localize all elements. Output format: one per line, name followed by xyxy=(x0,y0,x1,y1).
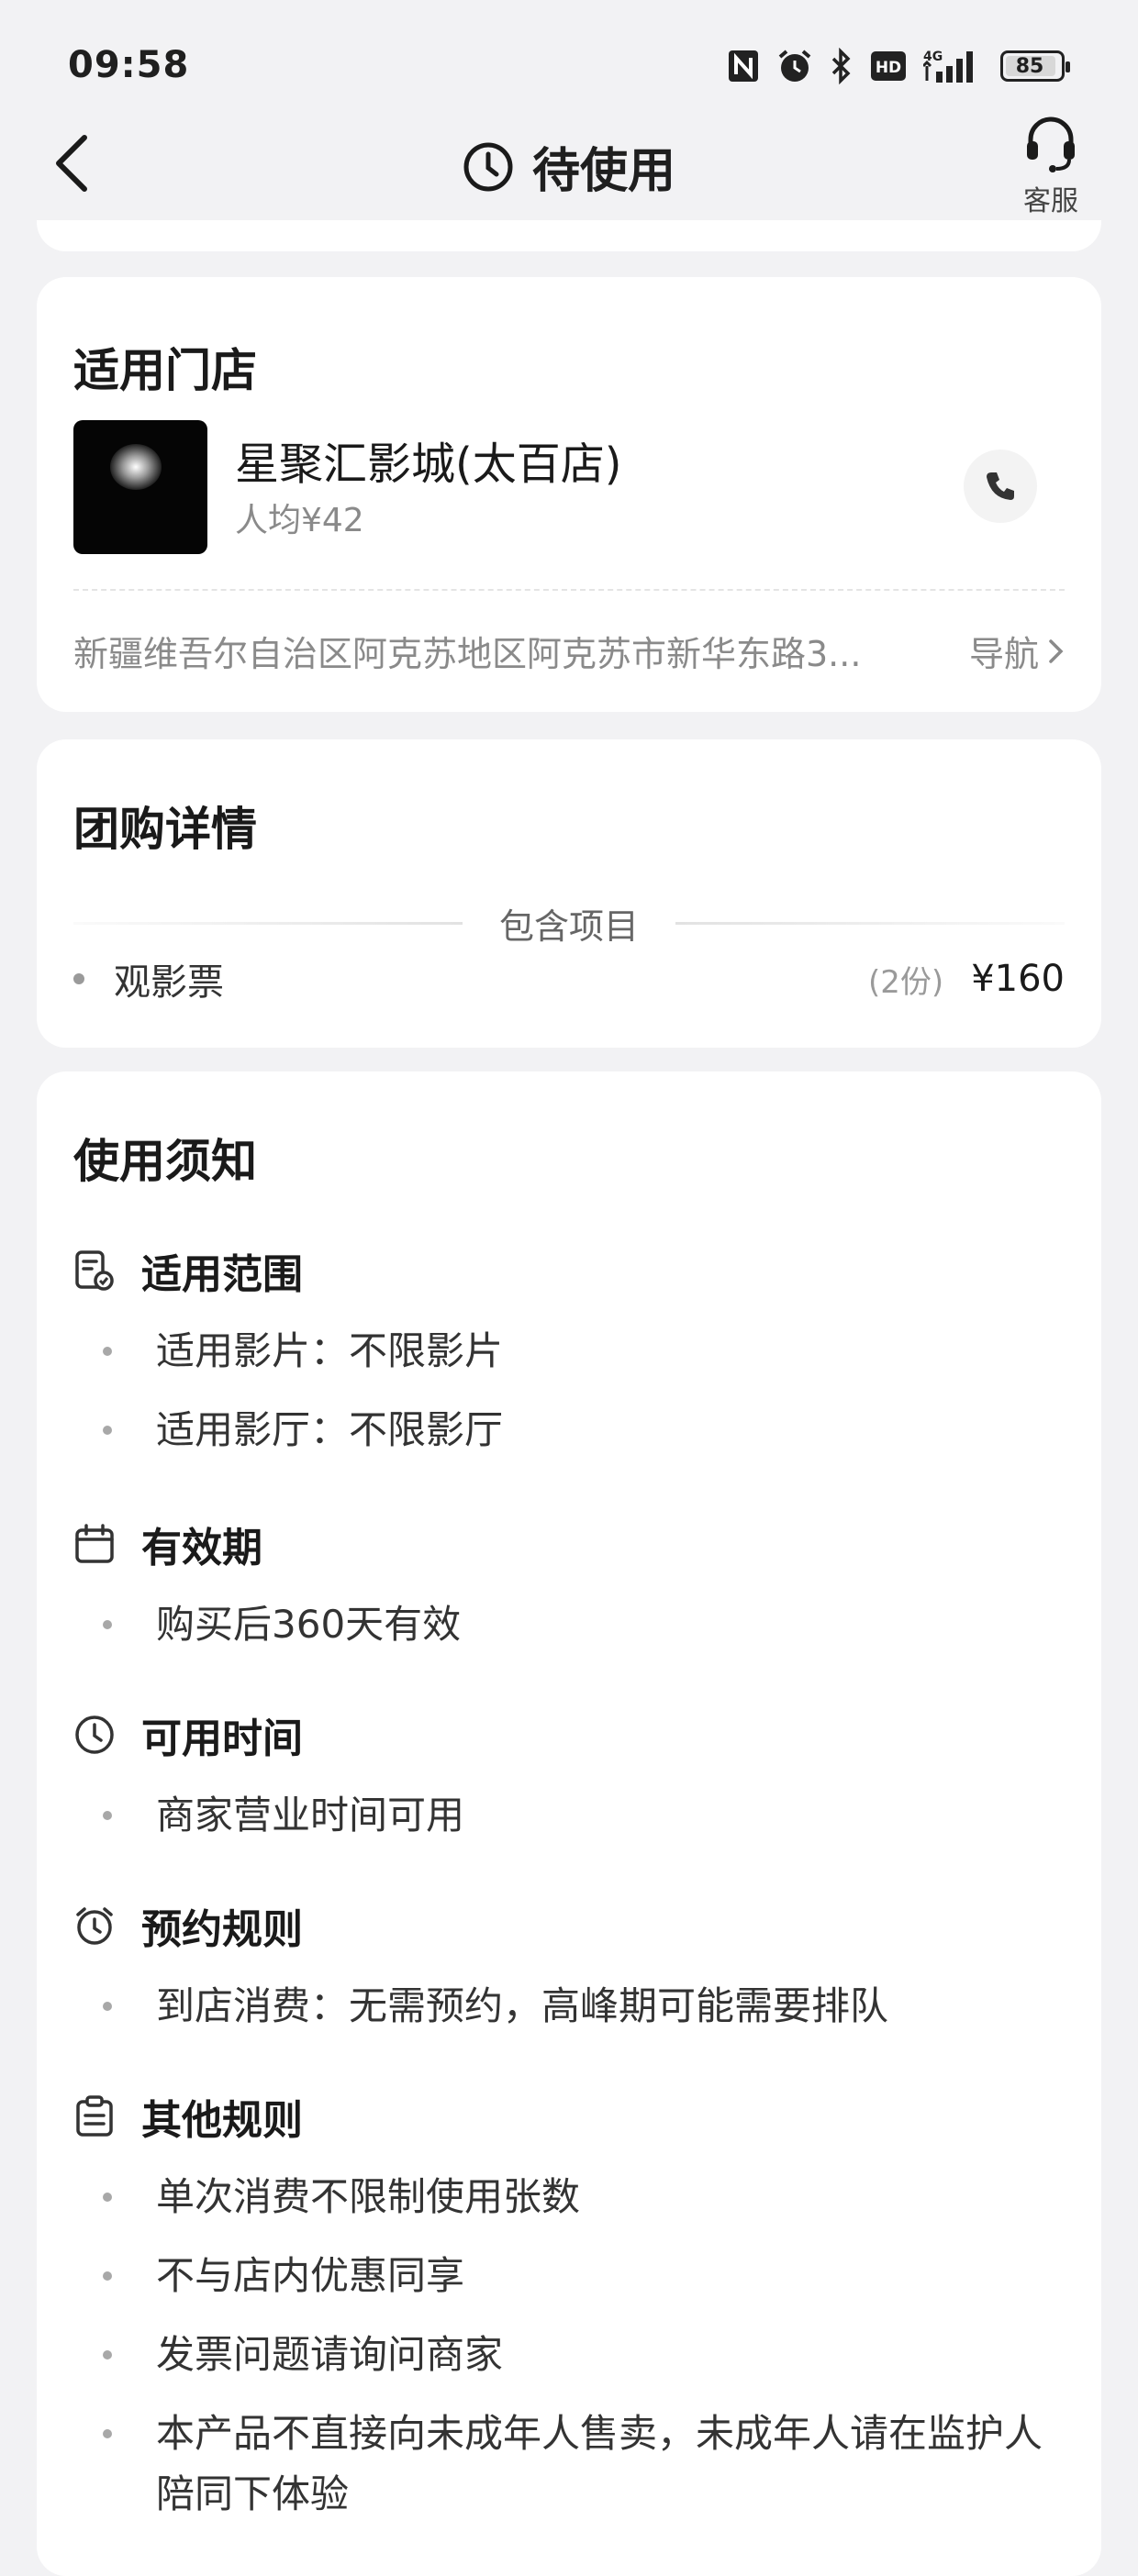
clock-icon xyxy=(463,142,513,191)
bullet-dot xyxy=(73,973,84,984)
notice-group-title: 适用范围 xyxy=(141,1251,303,1298)
navigate-link[interactable]: 导航 xyxy=(969,626,1065,676)
notice-item: 单次消费不限制使用张数 xyxy=(73,2167,1065,2227)
notice-item: 发票问题请询问商家 xyxy=(73,2325,1065,2385)
deal-card: 团购详情 包含项目 观影票 (2份) ¥160 xyxy=(37,739,1101,1048)
include-label: 包含项目 xyxy=(499,905,640,947)
deal-item: 观影票 (2份) ¥160 xyxy=(73,947,1065,1011)
deal-item-name: 观影票 xyxy=(114,961,224,1004)
store-avg-price: 人均¥42 xyxy=(235,502,364,539)
notice-group-validity: 有效期 购买后360天有效 xyxy=(73,1512,1065,1655)
status-icons: HD 4G 85 xyxy=(727,48,1070,84)
phone-icon xyxy=(987,472,1014,500)
navigate-label: 导航 xyxy=(968,634,1039,674)
notice-item: 适用影片：不限影片 xyxy=(73,1321,1065,1382)
store-thumbnail[interactable] xyxy=(73,420,207,554)
chevron-right-icon xyxy=(1049,638,1064,663)
previous-card-edge xyxy=(37,220,1101,251)
battery-level: 85 xyxy=(1015,54,1044,78)
battery-icon: 85 xyxy=(1000,50,1070,82)
store-card: 适用门店 星聚汇影城(太百店) 人均¥42 新疆维吾尔自治区阿克苏地区阿克苏市新… xyxy=(37,277,1101,712)
notice-item: 到店消费：无需预约，高峰期可能需要排队 xyxy=(73,1976,1065,2037)
signal-4g-icon: 4G xyxy=(923,50,973,83)
status-time: 09:58 xyxy=(68,44,190,86)
notice-group-scope: 适用范围 适用影片：不限影片 适用影厅：不限影厅 xyxy=(73,1238,1065,1460)
deal-item-qty: (2份) xyxy=(868,963,944,1001)
notice-item: 不与店内优惠同享 xyxy=(73,2246,1065,2306)
store-logo-glow xyxy=(110,444,162,490)
alarm-icon xyxy=(73,1904,116,1947)
notice-item: 购买后360天有效 xyxy=(73,1594,1065,1655)
notice-item: 商家营业时间可用 xyxy=(73,1785,1065,1846)
include-divider: 包含项目 xyxy=(73,897,1065,949)
bluetooth-icon xyxy=(831,48,851,84)
calendar-icon xyxy=(73,1523,116,1565)
customer-service-label: 客服 xyxy=(1023,185,1078,217)
store-name[interactable]: 星聚汇影城(太百店) xyxy=(235,427,621,492)
page-title-text: 待使用 xyxy=(531,144,675,199)
alarm-status-icon xyxy=(778,50,811,82)
nav-bar: 待使用 客服 xyxy=(0,110,1138,229)
notice-group-reservation: 预约规则 到店消费：无需预约，高峰期可能需要排队 xyxy=(73,1893,1065,2037)
divider xyxy=(73,589,1065,591)
notice-group-hours: 可用时间 商家营业时间可用 xyxy=(73,1703,1065,1846)
customer-service-button[interactable]: 客服 xyxy=(1010,114,1092,218)
notice-group-title: 预约规则 xyxy=(141,1906,303,1953)
notice-group-other: 其他规则 单次消费不限制使用张数 不与店内优惠同享 发票问题请询问商家 本产品不… xyxy=(73,2084,1065,2525)
store-section-title: 适用门店 xyxy=(73,344,257,397)
page-title: 待使用 xyxy=(0,132,1138,201)
notice-group-title: 其他规则 xyxy=(141,2097,303,2144)
store-address[interactable]: 新疆维吾尔自治区阿克苏地区阿克苏市新华东路3... xyxy=(73,626,881,676)
notice-item: 本产品不直接向未成年人售卖，未成年人请在监护人陪同下体验 xyxy=(73,2404,1065,2525)
nfc-icon xyxy=(729,50,758,82)
notice-group-title: 可用时间 xyxy=(141,1715,303,1762)
call-button[interactable] xyxy=(964,450,1037,523)
clock-icon xyxy=(73,1714,116,1756)
deal-section-title: 团购详情 xyxy=(73,803,257,856)
clipboard-icon xyxy=(73,2095,116,2137)
status-bar: 09:58 HD 4G 85 xyxy=(0,0,1138,110)
notice-item: 适用影厅：不限影厅 xyxy=(73,1400,1065,1460)
svg-text:HD: HD xyxy=(876,59,901,77)
hd-icon: HD xyxy=(871,51,906,81)
checklist-icon xyxy=(73,1249,116,1292)
notice-card: 使用须知 适用范围 适用影片：不限影片 适用影厅：不限影厅 有效期 购买后360… xyxy=(37,1071,1101,2576)
deal-item-price: ¥160 xyxy=(971,958,1065,1000)
notice-section-title: 使用须知 xyxy=(73,1135,257,1188)
notice-group-title: 有效期 xyxy=(141,1525,262,1571)
headset-icon xyxy=(1027,117,1075,172)
